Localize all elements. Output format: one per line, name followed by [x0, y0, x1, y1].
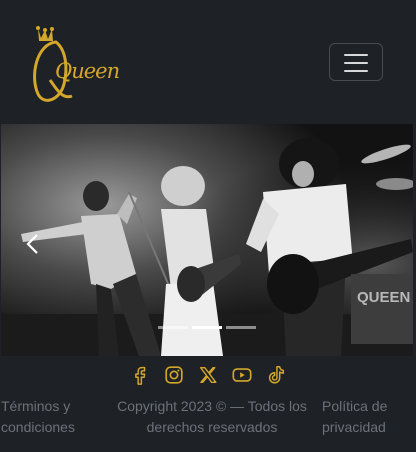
instagram-icon [165, 366, 183, 384]
carousel-prev-button[interactable] [1, 124, 61, 356]
carousel-indicators [1, 326, 413, 330]
privacy-link[interactable]: Política de privacidad [322, 396, 412, 438]
youtube-icon [232, 368, 252, 382]
copyright-text: Copyright 2023 © — Todos los derechos re… [117, 398, 307, 435]
queen-logo[interactable]: Queen [26, 22, 120, 110]
facebook-icon [135, 366, 146, 385]
carousel-next-button[interactable] [353, 124, 413, 356]
terms-link[interactable]: Términos y condiciones [1, 396, 96, 438]
facebook-link[interactable] [129, 364, 151, 392]
youtube-link[interactable] [231, 364, 253, 392]
hamburger-icon [344, 54, 368, 56]
navbar-toggler-button[interactable] [329, 43, 383, 81]
chevron-left-icon [26, 234, 38, 254]
concert-carousel: QUEEN [1, 124, 413, 356]
carousel-indicator-3[interactable] [226, 326, 256, 329]
hamburger-icon-line [344, 70, 368, 72]
tiktok-link[interactable] [265, 364, 287, 392]
x-link[interactable] [197, 364, 219, 392]
concert-photo: QUEEN [1, 124, 413, 356]
carousel-indicator-2[interactable] [192, 326, 222, 329]
social-links [0, 364, 416, 392]
hamburger-icon-line [344, 62, 368, 64]
navbar: Queen [0, 0, 416, 124]
carousel-indicator-1[interactable] [158, 326, 188, 329]
instagram-link[interactable] [163, 364, 185, 392]
x-icon [199, 366, 217, 384]
tiktok-icon [268, 366, 285, 384]
logo-text: Queen [55, 59, 120, 83]
